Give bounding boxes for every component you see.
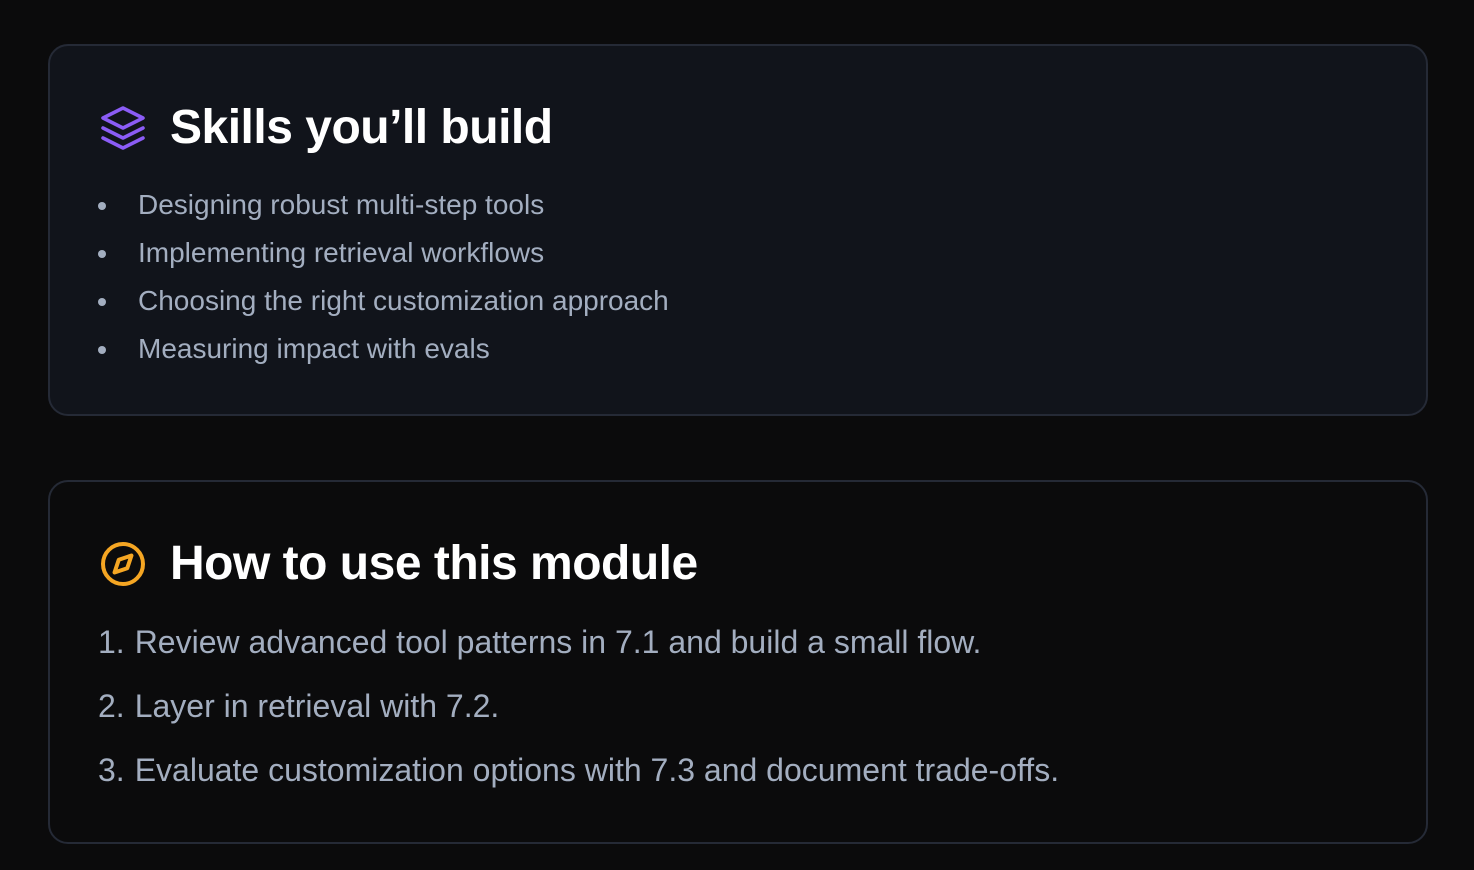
skills-list: Designing robust multi-step tools Implem…: [98, 181, 669, 373]
step-text: Review advanced tool patterns in 7.1 and…: [134, 624, 982, 660]
skill-item: Measuring impact with evals: [98, 325, 669, 373]
step-number: 3.: [98, 752, 125, 788]
step-item: 1. Review advanced tool patterns in 7.1 a…: [98, 610, 1059, 674]
step-number: 1.: [98, 624, 125, 660]
howto-card-title: How to use this module: [170, 537, 698, 590]
step-item: 3. Evaluate customization options with 7.…: [98, 738, 1059, 802]
compass-icon: [98, 539, 148, 589]
step-item: 2. Layer in retrieval with 7.2.: [98, 674, 1059, 738]
skills-card-header: Skills you’ll build: [98, 98, 553, 158]
skill-item: Choosing the right customization approac…: [98, 277, 669, 325]
step-text: Layer in retrieval with 7.2.: [134, 688, 500, 724]
layers-icon: [98, 103, 148, 153]
step-number: 2.: [98, 688, 125, 724]
howto-card-header: How to use this module: [98, 534, 698, 594]
skill-item: Designing robust multi-step tools: [98, 181, 669, 229]
skills-card: Skills you’ll build Designing robust mul…: [48, 44, 1428, 416]
step-text: Evaluate customization options with 7.3 …: [134, 752, 1060, 788]
skills-card-title: Skills you’ll build: [170, 101, 553, 154]
howto-card: How to use this module 1. Review advanced…: [48, 480, 1428, 844]
steps-list: 1. Review advanced tool patterns in 7.1 a…: [98, 610, 1059, 802]
skill-item: Implementing retrieval workflows: [98, 229, 669, 277]
